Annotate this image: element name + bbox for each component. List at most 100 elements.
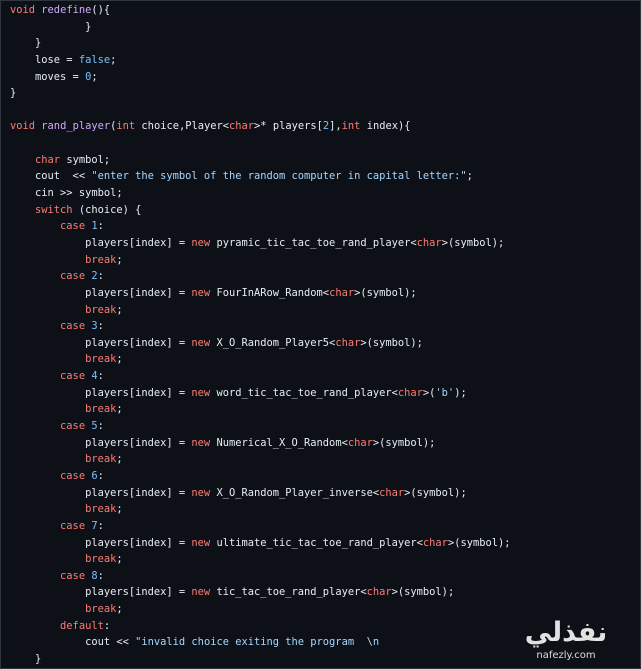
code-token: players[index] = (10, 336, 192, 349)
code-line: } (10, 19, 511, 36)
code-token: X_O_Random_Player5< (210, 336, 336, 349)
code-token: word_tic_tac_toe_rand_player< (210, 386, 398, 399)
code-token: } (10, 37, 42, 50)
code-token: ; (116, 603, 123, 616)
code-line: default: (10, 618, 511, 635)
code-token: ; (91, 70, 98, 83)
code-token: case (60, 569, 86, 582)
code-token: new (191, 436, 211, 449)
code-token: ; (116, 503, 123, 516)
code-token: new (191, 386, 211, 399)
code-token: cout << (10, 170, 92, 183)
code-token: symbol; (60, 153, 111, 166)
code-token: >( (422, 386, 436, 399)
code-token: players[index] = (10, 386, 192, 399)
code-line: break; (10, 451, 511, 468)
code-token: char (416, 236, 442, 249)
code-token: char (335, 336, 361, 349)
code-token: >(symbol); (441, 236, 505, 249)
code-line: cin >> symbol; (10, 185, 511, 202)
code-token: case (60, 320, 86, 333)
code-token: : (97, 469, 104, 482)
code-token: switch (35, 203, 73, 216)
code-token: char (397, 386, 423, 399)
code-token: new (191, 536, 211, 549)
code-token: >* players[ (254, 120, 323, 133)
code-token: : (97, 220, 104, 233)
code-token: case (60, 420, 86, 433)
code-token: case (60, 370, 86, 383)
code-token: ; (116, 303, 123, 316)
code-line: } (10, 651, 511, 668)
code-token: lose = (10, 53, 79, 66)
code-token: case (60, 469, 86, 482)
code-line: case 4: (10, 368, 511, 385)
code-token: int (116, 120, 136, 133)
code-token: players[index] = (10, 286, 192, 299)
code-listing: void redefine(){ } } lose = false; moves… (10, 2, 511, 668)
code-line: cout << "enter the symbol of the random … (10, 168, 511, 185)
code-token: choice,Player< (135, 120, 230, 133)
code-token: "invalid choice exiting the program (135, 636, 355, 649)
code-token: Numerical_X_O_Random< (210, 436, 348, 449)
code-token: cin >> symbol; (10, 187, 123, 200)
code-line: case 2: (10, 268, 511, 285)
code-line: case 1: (10, 218, 511, 235)
code-token: ; (110, 53, 117, 66)
code-line: char symbol; (10, 152, 511, 169)
code-token: players[index] = (10, 536, 192, 549)
code-token: char (35, 153, 61, 166)
code-token: char (366, 586, 392, 599)
code-token: break (85, 553, 117, 566)
code-token: : (97, 420, 104, 433)
code-token: pyramic_tic_tac_toe_rand_player< (210, 236, 417, 249)
code-token: : (97, 320, 104, 333)
code-token: new (191, 286, 211, 299)
code-token: char (422, 536, 448, 549)
code-line: lose = false; (10, 52, 511, 69)
code-token: char (229, 120, 255, 133)
code-line: players[index] = new ultimate_tic_tac_to… (10, 535, 510, 552)
watermark-url: nafezly.com (536, 650, 596, 661)
code-line: } (10, 85, 511, 102)
code-token: >(symbol); (372, 436, 436, 449)
code-line: break; (10, 501, 511, 518)
code-line: break; (10, 601, 511, 618)
code-token: case (60, 270, 86, 283)
code-line: cout << "invalid choice exiting the prog… (10, 634, 511, 651)
code-line: players[index] = new X_O_Random_Player5<… (10, 335, 511, 352)
watermark: نفذلي nafezly.com (520, 618, 612, 666)
code-token: new (191, 586, 211, 599)
code-token: } (10, 652, 42, 665)
code-token: X_O_Random_Player_inverse< (210, 486, 380, 499)
code-line: void redefine(){ (10, 2, 511, 19)
code-token: "enter the symbol of the random computer… (91, 170, 467, 183)
code-token: \n (366, 636, 380, 649)
code-token: int (341, 120, 361, 133)
code-token: break (85, 403, 117, 416)
code-token: players[index] = (10, 486, 192, 499)
code-editor: void redefine(){ } } lose = false; moves… (0, 0, 641, 669)
code-token: } (10, 20, 92, 33)
code-token: players[index] = (10, 436, 192, 449)
code-token: >(symbol); (391, 586, 455, 599)
code-line: break; (10, 351, 511, 368)
code-token: break (85, 303, 117, 316)
code-token: ); (454, 386, 467, 399)
code-line: case 7: (10, 518, 511, 535)
